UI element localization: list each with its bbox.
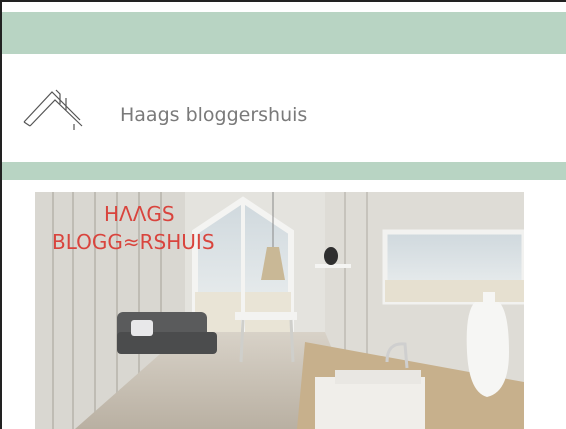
nav-color-band <box>2 162 566 180</box>
top-color-band <box>2 12 566 54</box>
brand-watermark: HΛΛGS BLOGG≈RSHUIS <box>52 202 262 256</box>
brand-line-1: HΛΛGS <box>104 202 175 226</box>
brand-line-2: BLOGG≈RSHUIS <box>52 230 215 254</box>
site-title[interactable]: Haags bloggershuis <box>120 104 307 126</box>
house-logo-icon[interactable] <box>22 88 90 134</box>
